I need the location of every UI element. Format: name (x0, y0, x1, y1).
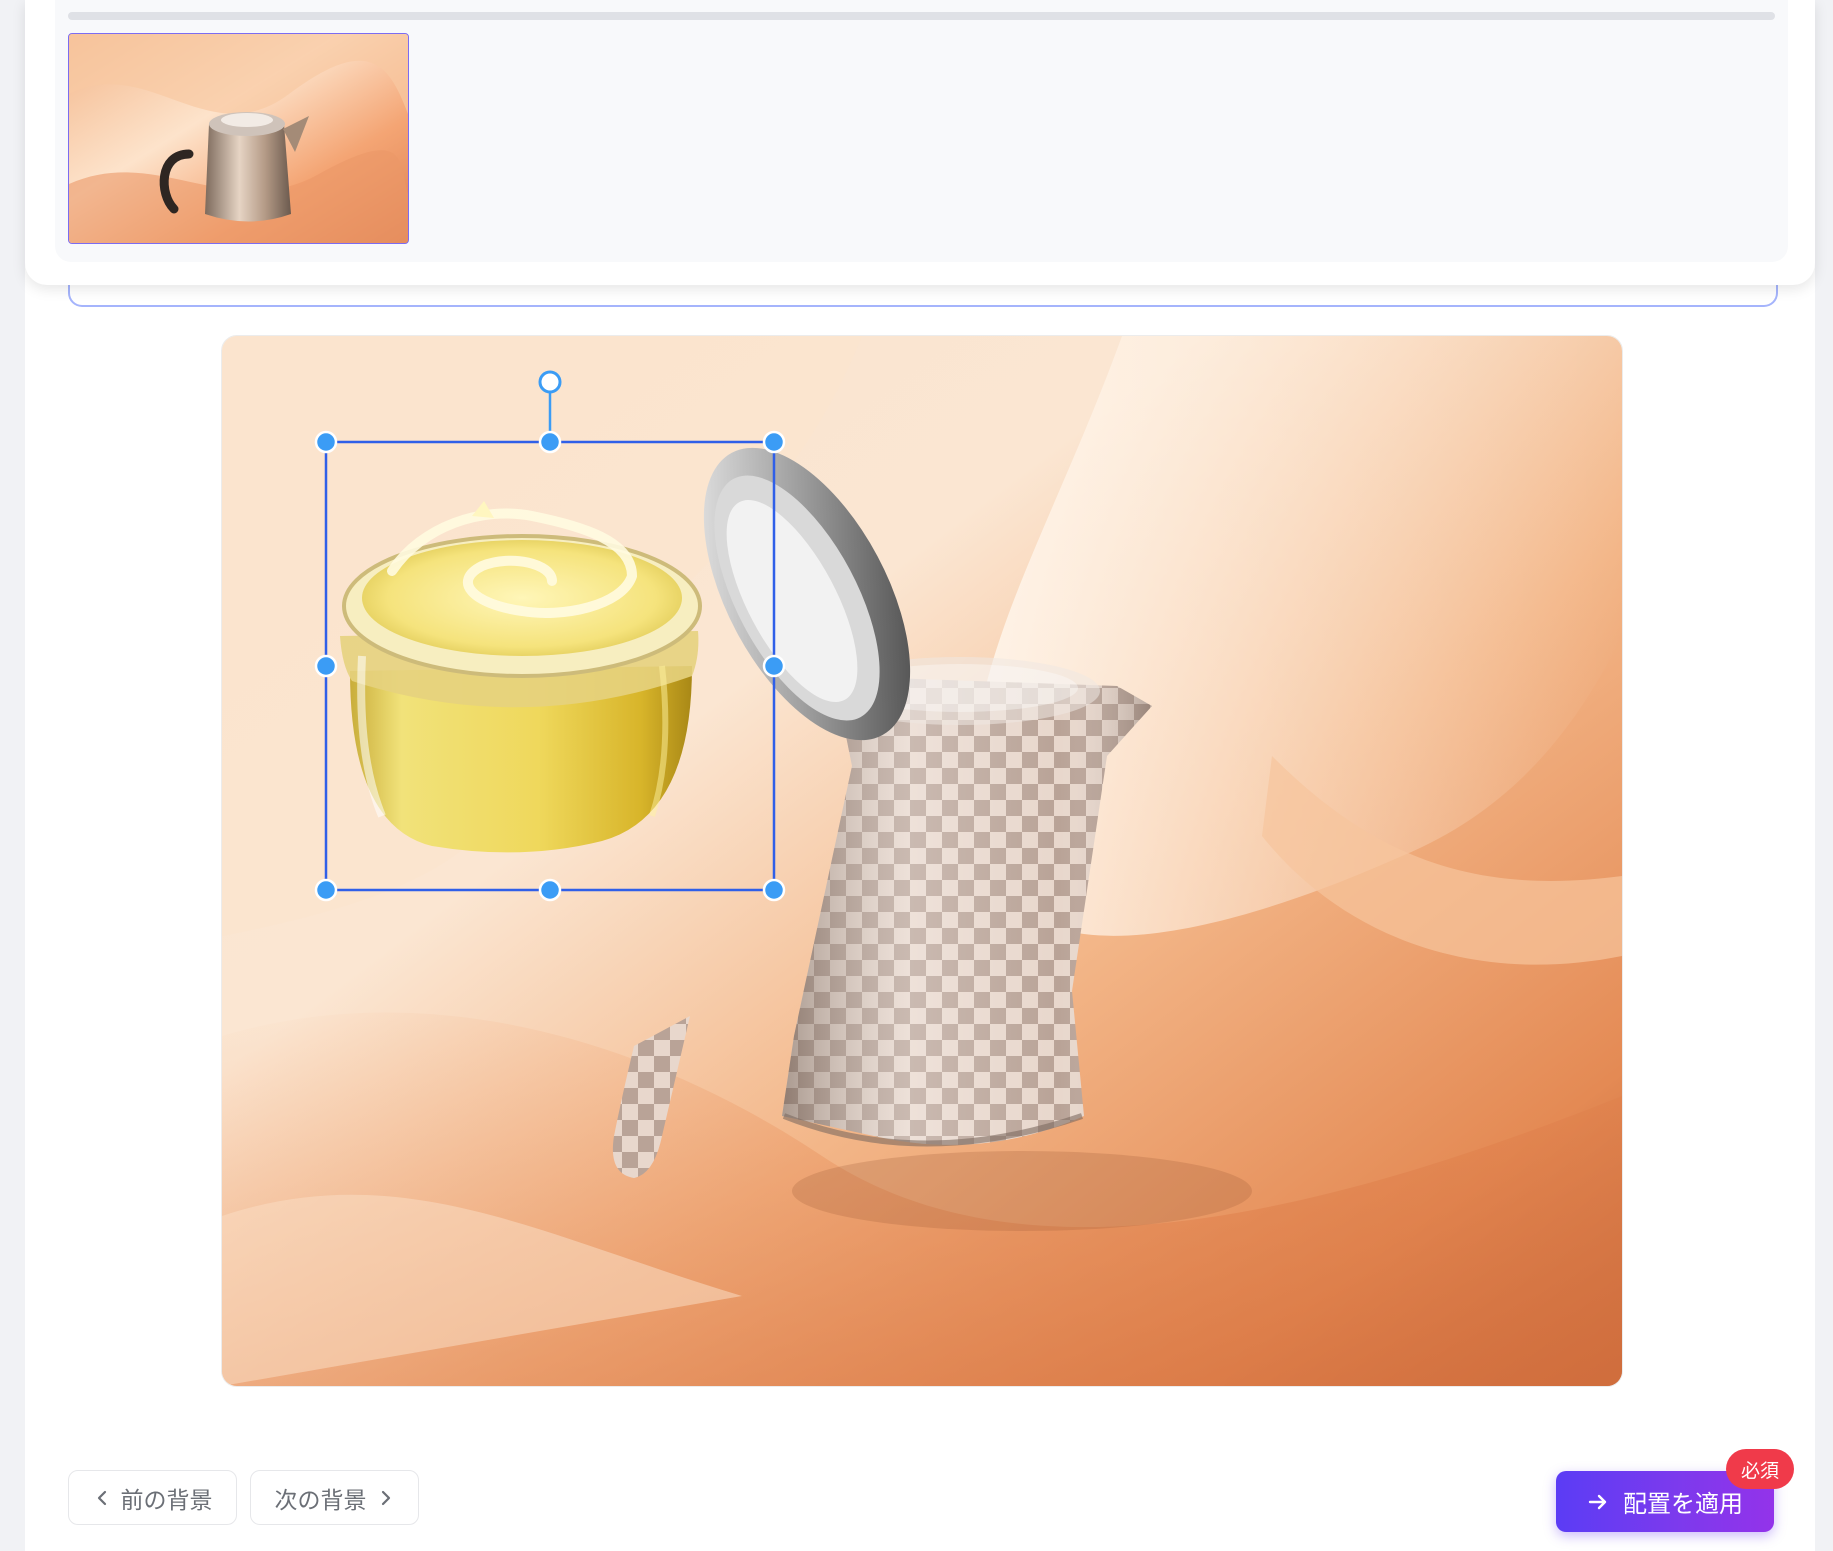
resize-handle-top-right[interactable] (762, 430, 786, 454)
transform-handles (314, 370, 786, 902)
next-background-label: 次の背景 (274, 1487, 367, 1514)
prev-background-label: 前の背景 (120, 1487, 213, 1514)
chevron-left-icon (97, 1490, 106, 1505)
resize-handle-bottom[interactable] (538, 878, 562, 902)
arrow-right-icon (1588, 1494, 1607, 1509)
background-thumbnail-image (69, 34, 408, 243)
next-background-button[interactable]: 次の背景 (250, 1470, 419, 1525)
apply-placement-label: 配置を適用 (1623, 1490, 1743, 1518)
required-badge: 必須 (1726, 1449, 1794, 1489)
horizontal-scrollbar[interactable] (68, 12, 1775, 20)
background-picker-panel (55, 0, 1788, 262)
resize-handle-left[interactable] (314, 654, 338, 678)
background-picker-popover (25, 0, 1815, 285)
editor-canvas[interactable] (221, 335, 1623, 1387)
chevron-right-icon (381, 1490, 390, 1505)
resize-handle-top-left[interactable] (314, 430, 338, 454)
resize-handle-top[interactable] (538, 430, 562, 454)
rotate-handle[interactable] (538, 370, 562, 394)
resize-handle-right[interactable] (762, 654, 786, 678)
resize-handle-bottom-left[interactable] (314, 878, 338, 902)
resize-handle-bottom-right[interactable] (762, 878, 786, 902)
background-thumbnail[interactable] (68, 33, 409, 244)
prev-background-button[interactable]: 前の背景 (68, 1470, 237, 1525)
